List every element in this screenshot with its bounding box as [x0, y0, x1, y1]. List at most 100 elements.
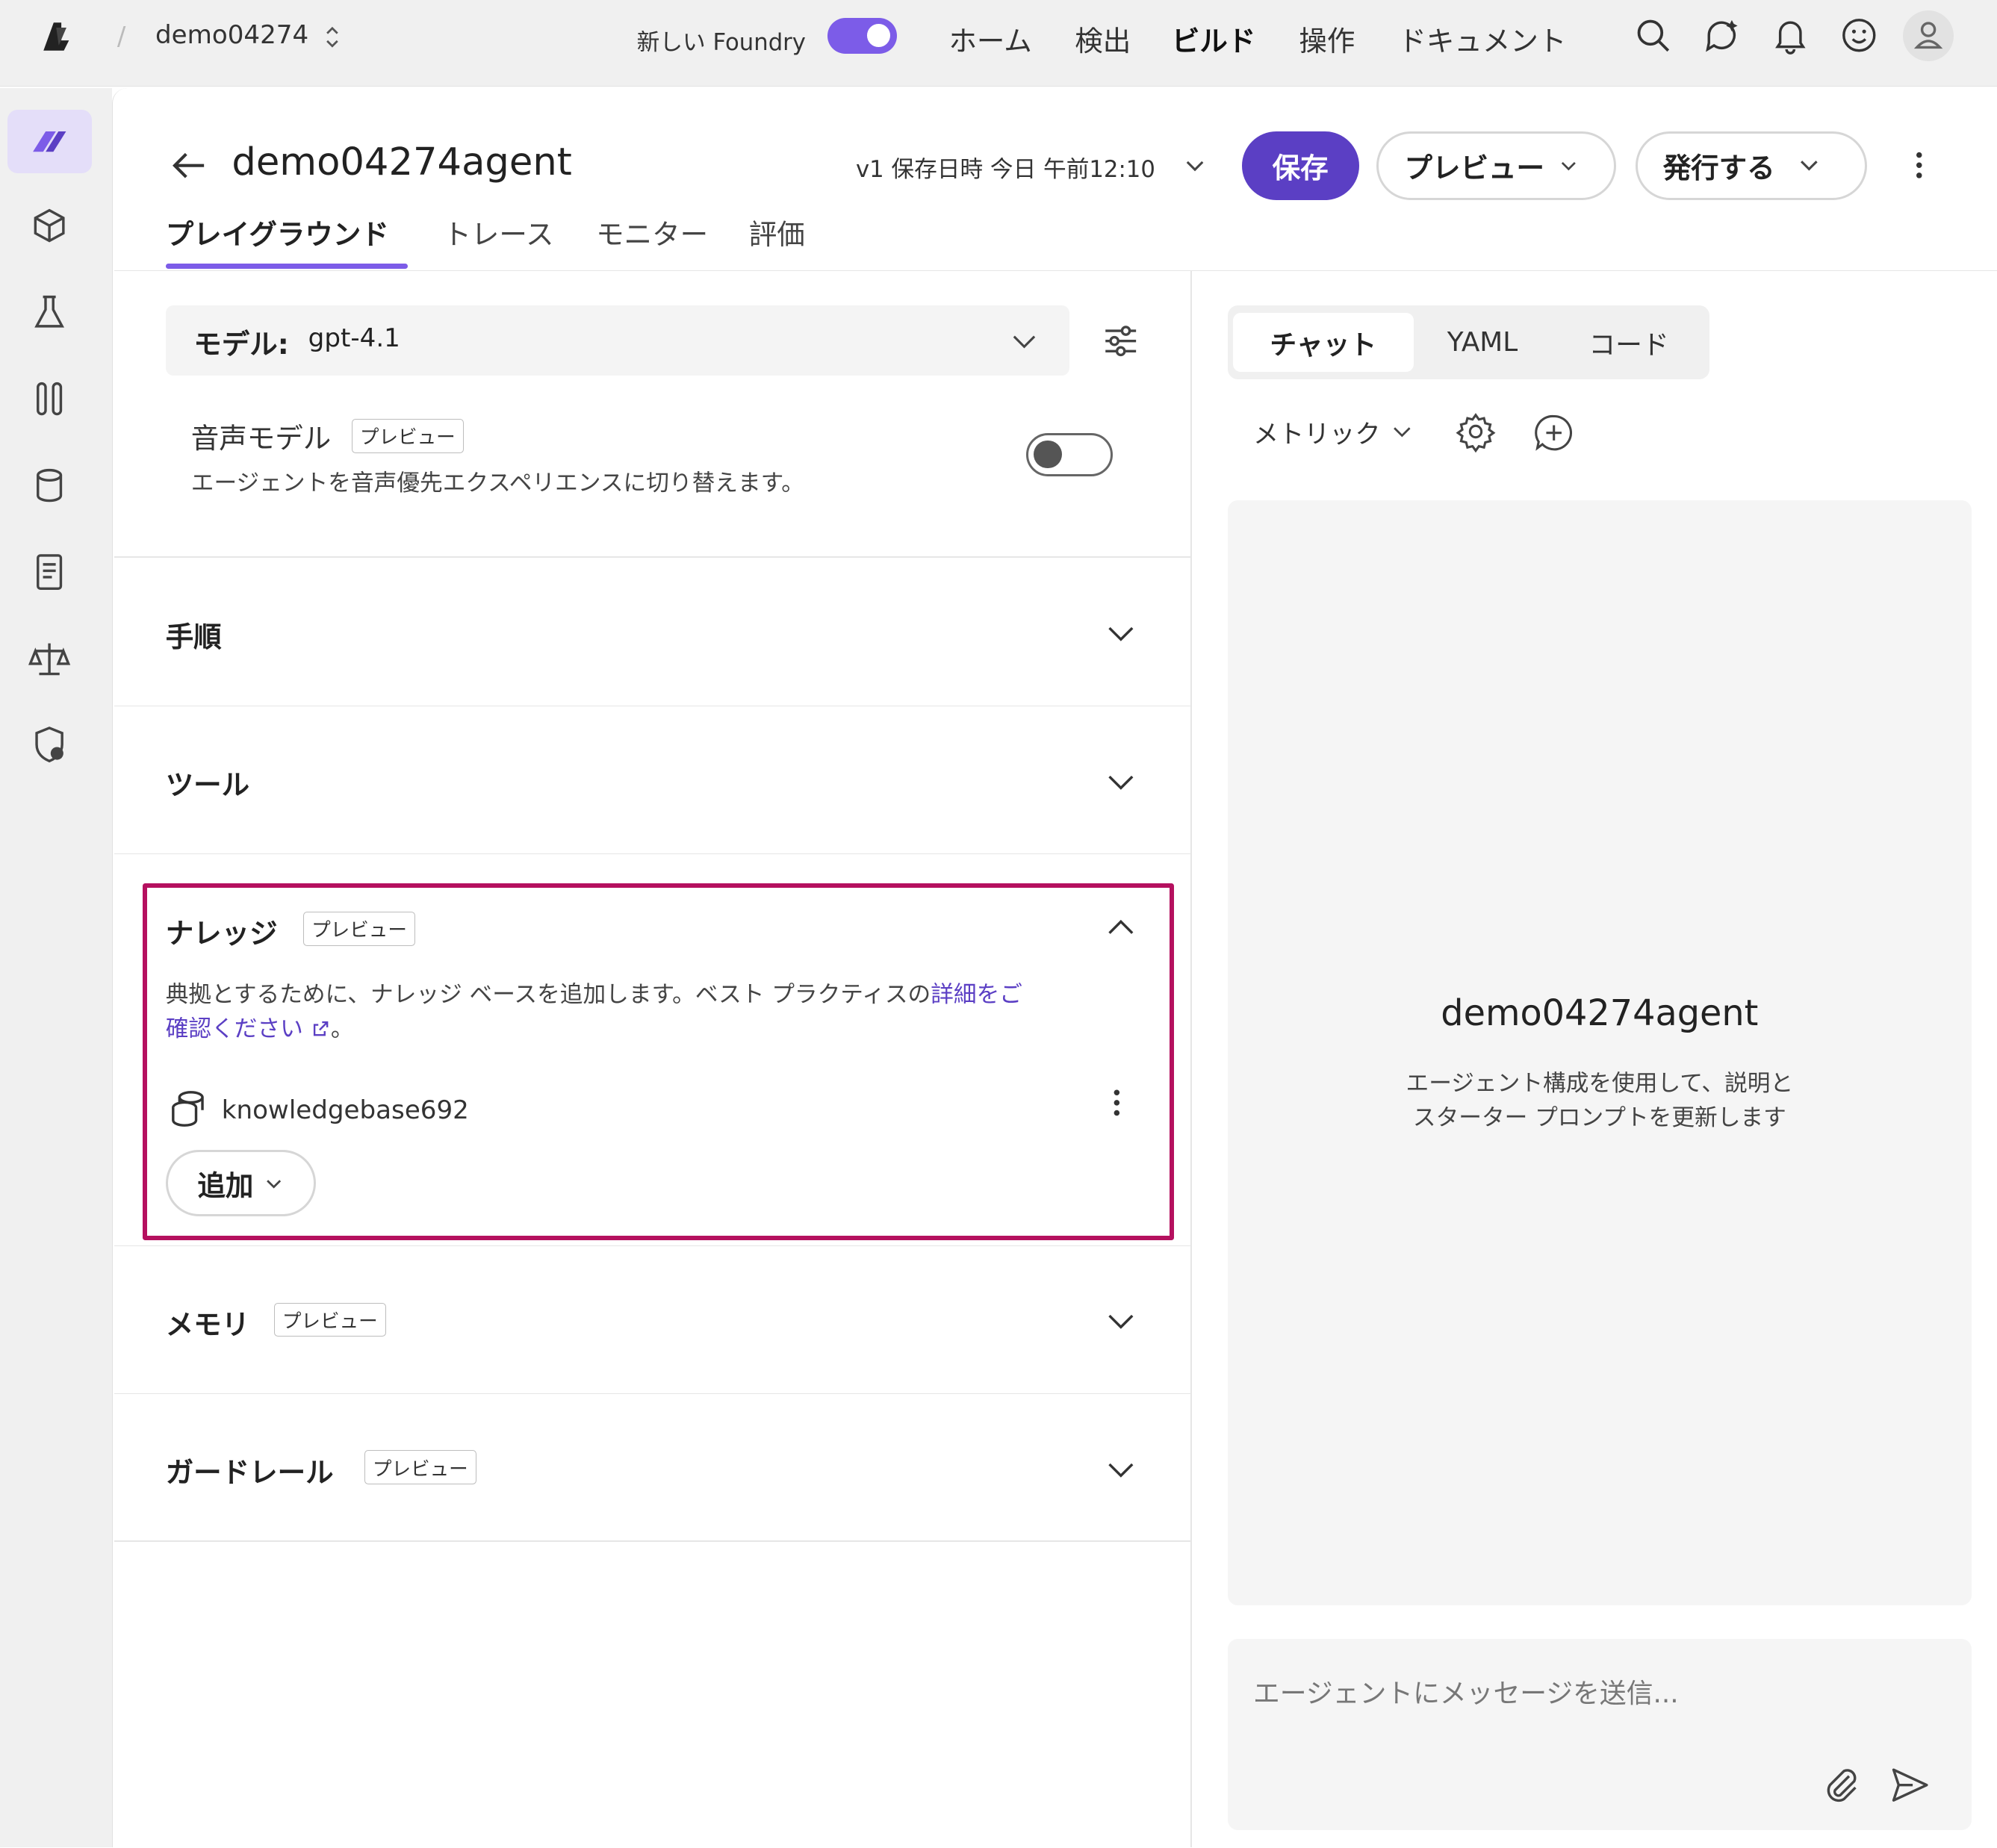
- model-selector[interactable]: モデル: gpt-4.1: [165, 305, 1070, 376]
- chat-desc-line1: エージェント構成を使用して、説明と: [1406, 1071, 1794, 1098]
- version-selector[interactable]: v1 保存日時 今日 午前12:10: [856, 150, 1155, 184]
- add-knowledge-button[interactable]: 追加: [165, 1149, 316, 1216]
- chevron-down-icon: [1561, 162, 1576, 171]
- bell-icon[interactable]: [1770, 15, 1811, 56]
- copilot-chat-icon[interactable]: [1701, 15, 1742, 56]
- chat-desc-line2: スターター プロンプトを更新します: [1412, 1105, 1786, 1132]
- nav-discover[interactable]: 検出: [1075, 18, 1131, 59]
- active-tab-indicator: [165, 263, 408, 269]
- tab-chat[interactable]: チャット: [1232, 313, 1414, 372]
- voice-model-toggle[interactable]: [1026, 432, 1114, 476]
- chevron-updown-icon[interactable]: [323, 23, 341, 52]
- nav-docs[interactable]: ドキュメント: [1398, 18, 1566, 59]
- learn-more-link[interactable]: 詳細をご: [931, 982, 1022, 1008]
- more-options-icon[interactable]: [1105, 1085, 1128, 1121]
- preview-badge: プレビュー: [273, 1302, 386, 1337]
- scale-icon[interactable]: [24, 633, 75, 684]
- model-settings-sliders-icon[interactable]: [1098, 318, 1143, 364]
- model-value: gpt-4.1: [308, 323, 400, 354]
- preview-badge: プレビュー: [302, 911, 416, 946]
- new-foundry-label: 新しい Foundry: [636, 29, 806, 56]
- chat-panel-tabs: チャット YAML コード: [1227, 305, 1709, 380]
- chat-agent-title: demo04274agent: [1441, 993, 1759, 1035]
- chevron-down-icon[interactable]: [1182, 153, 1208, 178]
- breadcrumb-separator: /: [117, 21, 126, 52]
- send-icon[interactable]: [1887, 1762, 1933, 1808]
- gear-icon[interactable]: [1454, 410, 1497, 453]
- chevron-down-icon[interactable]: [1103, 764, 1139, 800]
- section-divider: [114, 556, 1191, 558]
- back-arrow-icon[interactable]: [166, 143, 211, 188]
- header-divider: [114, 270, 1997, 272]
- section-divider: [114, 1540, 1191, 1543]
- column-divider: [1190, 271, 1193, 1848]
- database-icon: [172, 1091, 204, 1127]
- agent-icon: [33, 131, 66, 152]
- data-icon[interactable]: [24, 460, 75, 511]
- nav-operate[interactable]: 操作: [1299, 18, 1355, 59]
- avatar[interactable]: [1902, 10, 1954, 61]
- shield-icon[interactable]: [24, 719, 75, 770]
- model-label: モデル:: [193, 327, 289, 361]
- section-guardrails[interactable]: ガードレール: [166, 1449, 334, 1490]
- section-instructions[interactable]: 手順: [166, 614, 222, 655]
- section-knowledge[interactable]: ナレッジ: [166, 910, 278, 951]
- tab-monitor[interactable]: モニター: [596, 211, 708, 252]
- section-memory[interactable]: メモリ: [166, 1301, 250, 1343]
- person-icon: [1913, 21, 1942, 49]
- tab-traces[interactable]: トレース: [443, 211, 553, 252]
- project-selector[interactable]: demo04274: [155, 20, 308, 50]
- voice-model-description: エージェントを音声優先エクスペリエンスに切り替えます。: [190, 470, 804, 497]
- more-options-icon[interactable]: [1905, 145, 1934, 186]
- search-icon[interactable]: [1633, 15, 1674, 56]
- preview-button[interactable]: プレビュー: [1376, 131, 1617, 200]
- publish-button[interactable]: 発行する: [1635, 131, 1867, 200]
- chevron-up-icon[interactable]: [1103, 910, 1139, 946]
- chevron-down-icon[interactable]: [1103, 1452, 1139, 1487]
- chevron-down-icon[interactable]: [1103, 615, 1139, 651]
- preview-badge: プレビュー: [351, 419, 464, 453]
- chevron-down-icon: [1801, 161, 1819, 171]
- section-divider: [114, 1393, 1191, 1395]
- tab-evaluation[interactable]: 評価: [749, 211, 805, 252]
- document-icon[interactable]: [24, 547, 75, 597]
- publish-button-label: 発行する: [1662, 152, 1775, 185]
- tab-yaml[interactable]: YAML: [1419, 313, 1547, 371]
- section-divider: [114, 705, 1191, 707]
- preview-badge: プレビュー: [364, 1450, 476, 1485]
- feedback-smiley-icon[interactable]: [1839, 15, 1880, 56]
- knowledge-item-name[interactable]: knowledgebase692: [222, 1095, 469, 1125]
- chevron-down-icon[interactable]: [1103, 1303, 1139, 1339]
- chat-transcript-area: [1227, 500, 1972, 1606]
- save-button[interactable]: 保存: [1241, 131, 1359, 200]
- sidebar-item-agents[interactable]: [7, 109, 92, 173]
- page-title: demo04274agent: [232, 140, 572, 184]
- section-divider: [114, 853, 1191, 855]
- models-cube-icon[interactable]: [24, 200, 75, 251]
- tab-playground[interactable]: プレイグラウンド: [166, 211, 389, 252]
- knowledge-desc-text: 典拠とするために、ナレッジ ベースを追加します。ベスト プラクティスの: [165, 981, 931, 1008]
- tools-icon[interactable]: [24, 373, 75, 424]
- learn-more-link-cont[interactable]: 確認ください: [166, 1016, 303, 1042]
- voice-model-title: 音声モデル: [190, 421, 332, 455]
- left-sidebar: [0, 87, 113, 1848]
- new-chat-icon[interactable]: [1531, 410, 1577, 455]
- flask-icon[interactable]: [24, 287, 75, 337]
- message-input[interactable]: [1253, 1670, 1916, 1717]
- add-button-label: 追加: [197, 1169, 254, 1202]
- chat-agent-description: エージェント構成を使用して、説明と スターター プロンプトを更新します: [1228, 1067, 1972, 1136]
- top-bar: / demo04274 新しい Foundry ホーム 検出 ビルド 操作 ドキ…: [0, 0, 1997, 87]
- chevron-down-icon: [1013, 335, 1035, 348]
- knowledge-description: 典拠とするために、ナレッジ ベースを追加します。ベスト プラクティスの詳細をご …: [166, 978, 1134, 1047]
- external-link-icon[interactable]: [311, 1018, 331, 1039]
- nav-home[interactable]: ホーム: [948, 18, 1031, 59]
- preview-button-label: プレビュー: [1404, 152, 1545, 185]
- chevron-down-icon[interactable]: [1391, 420, 1414, 444]
- tab-code[interactable]: コード: [1556, 313, 1701, 371]
- foundry-logo-icon[interactable]: [36, 15, 77, 56]
- metrics-dropdown[interactable]: メトリック: [1253, 413, 1380, 450]
- nav-build[interactable]: ビルド: [1172, 18, 1256, 59]
- new-foundry-toggle[interactable]: [827, 17, 897, 54]
- section-tools[interactable]: ツール: [166, 762, 250, 803]
- paperclip-icon[interactable]: [1819, 1762, 1864, 1808]
